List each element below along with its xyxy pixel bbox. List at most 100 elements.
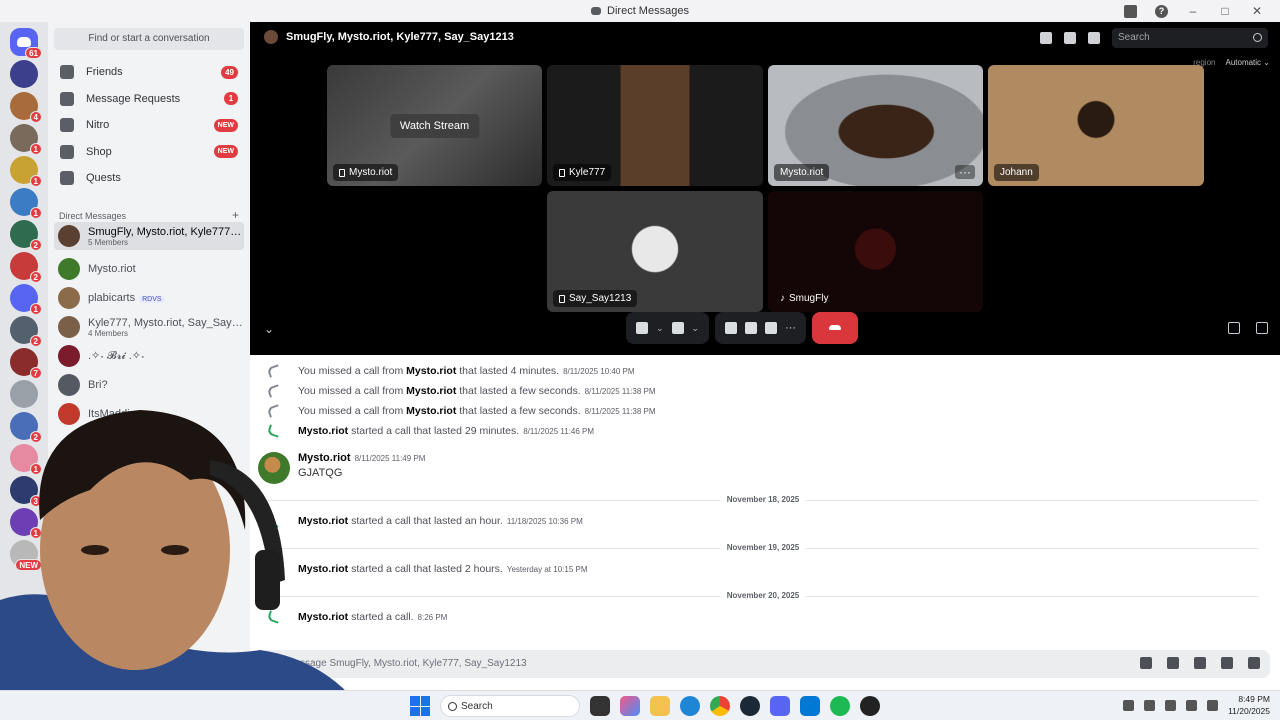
video-tile[interactable]: Kyle777 — [547, 65, 763, 186]
chevron-down-icon[interactable]: ⌄ — [656, 323, 664, 334]
server-icon[interactable]: 2 — [10, 412, 42, 443]
tile-label: Mysto.riot — [333, 164, 399, 181]
server-icon[interactable]: 1 — [10, 124, 42, 155]
gif-icon[interactable] — [1167, 657, 1179, 669]
maximize-button[interactable]: □ — [1218, 4, 1232, 18]
dm-item[interactable]: ItsMaddie — [54, 400, 244, 428]
server-icon[interactable]: 1 — [10, 284, 42, 315]
sticker-icon[interactable] — [1194, 657, 1206, 669]
nav-item-quests[interactable]: Quests — [54, 166, 244, 190]
dm-item[interactable]: .✧˖ 𝓑𝓻𝓲 .✧˖ — [54, 342, 244, 370]
video-tile[interactable]: Say_Say1213 — [547, 191, 763, 312]
app-icon[interactable] — [860, 696, 880, 716]
steam-icon[interactable] — [740, 696, 760, 716]
members-icon[interactable] — [1088, 32, 1100, 44]
server-icon[interactable]: 1 — [10, 188, 42, 219]
emoji-icon[interactable] — [1221, 657, 1233, 669]
taskbar-search[interactable]: Search — [440, 695, 580, 717]
server-icon[interactable]: 2 — [10, 220, 42, 251]
author-name[interactable]: Mysto.riot — [298, 452, 351, 464]
dm-item[interactable]: plabicarts RDVS — [54, 284, 244, 312]
more-options-icon[interactable]: ··· — [785, 322, 796, 334]
server-icon[interactable]: 2 — [10, 316, 42, 347]
copilot-icon[interactable] — [620, 696, 640, 716]
new-badge: NEW — [213, 145, 238, 158]
mic-button[interactable]: ⌄ ⌄ — [626, 312, 710, 344]
tile-more-button[interactable]: ··· — [955, 165, 975, 179]
caller-name[interactable]: Mysto.riot — [406, 385, 456, 397]
server-icon[interactable]: 4 — [10, 92, 42, 123]
create-dm-button[interactable]: + — [232, 209, 239, 221]
pin-icon[interactable] — [1040, 32, 1052, 44]
caller-name[interactable]: Mysto.riot — [406, 365, 456, 377]
region-selector[interactable]: region Automatic ⌄ — [1193, 58, 1270, 67]
chrome-icon[interactable] — [710, 696, 730, 716]
clock[interactable]: 8:49 PM 11/20/2025 — [1228, 693, 1270, 717]
spotify-icon[interactable] — [830, 696, 850, 716]
search-icon — [1253, 33, 1262, 42]
video-tile[interactable]: Watch Stream Mysto.riot — [327, 65, 542, 186]
wifi-icon[interactable] — [1186, 699, 1198, 711]
unread-badge: 3 — [29, 495, 42, 507]
task-view-icon[interactable] — [590, 696, 610, 716]
nav-item-friends[interactable]: Friends 49 — [54, 60, 244, 84]
server-icon[interactable] — [10, 60, 38, 88]
video-tile[interactable]: Mysto.riot ··· — [768, 65, 983, 186]
chevron-down-icon[interactable]: ⌄ — [692, 323, 700, 334]
activities-icon[interactable] — [745, 322, 758, 334]
inbox-icon[interactable] — [1124, 4, 1137, 18]
nav-item-shop[interactable]: Shop NEW — [54, 140, 244, 164]
screen-share-icon[interactable] — [725, 322, 738, 334]
hang-up-button[interactable] — [812, 312, 859, 344]
dm-item[interactable]: Kyle777, Mysto.riot, Say_Say1... 4 Member… — [54, 313, 244, 341]
dm-item[interactable]: SmugFly, Mysto.riot, Kyle777, ... 5 Membe… — [54, 222, 244, 250]
video-tile[interactable]: ♪ SmugFly — [768, 191, 983, 312]
edge-icon[interactable] — [680, 696, 700, 716]
file-explorer-icon[interactable] — [650, 696, 670, 716]
camera-off-icon[interactable] — [671, 322, 684, 334]
server-icon[interactable]: 1 — [10, 444, 42, 475]
caller-name[interactable]: Mysto.riot — [406, 405, 456, 417]
dm-item[interactable]: Mysto.riot — [54, 255, 244, 283]
chevron-up-icon[interactable] — [1123, 699, 1135, 711]
message-composer[interactable]: ssage SmugFly, Mysto.riot, Kyle777, Say_… — [260, 650, 1270, 678]
popout-icon[interactable] — [1228, 322, 1240, 334]
apps-icon[interactable] — [1248, 657, 1260, 669]
search-input[interactable]: Search — [1112, 28, 1268, 48]
video-quality-dropdown[interactable]: Automatic ⌄ — [1225, 58, 1270, 67]
server-icon[interactable]: 7 — [10, 348, 42, 379]
gift-icon[interactable] — [1140, 657, 1152, 669]
volume-icon[interactable] — [1207, 699, 1219, 711]
server-icon[interactable]: 1 — [10, 156, 42, 187]
nav-label: Quests — [86, 172, 121, 184]
close-button[interactable]: ✕ — [1250, 4, 1264, 18]
server-icon[interactable]: NEW — [10, 540, 42, 571]
nav-item-message-requests[interactable]: Message Requests 1 — [54, 87, 244, 111]
server-icon[interactable]: 1 — [10, 508, 42, 539]
microphone-icon[interactable] — [1165, 699, 1177, 711]
nav-item-nitro[interactable]: Nitro NEW — [54, 113, 244, 137]
server-icon[interactable]: 2 — [10, 252, 42, 283]
minimize-button[interactable]: – — [1186, 4, 1200, 18]
collapse-chevron-icon[interactable]: ⌄ — [264, 322, 274, 336]
help-icon[interactable]: ? — [1155, 4, 1168, 18]
discord-taskbar-icon[interactable] — [770, 696, 790, 716]
video-tile[interactable]: Johann — [988, 65, 1204, 186]
caller-name[interactable]: Mysto.riot — [298, 515, 348, 527]
add-friends-icon[interactable] — [1064, 32, 1076, 44]
fullscreen-icon[interactable] — [1256, 322, 1268, 334]
avatar[interactable] — [258, 452, 290, 484]
watch-stream-button[interactable]: Watch Stream — [389, 113, 480, 138]
server-icon[interactable]: 3 — [10, 476, 42, 507]
server-icon[interactable] — [10, 380, 38, 408]
start-menu-icon[interactable] — [410, 696, 430, 716]
network-icon[interactable] — [1144, 699, 1156, 711]
find-conversation-input[interactable]: Find or start a conversation — [54, 28, 244, 50]
caller-name[interactable]: Mysto.riot — [298, 611, 348, 623]
dm-item[interactable]: Bri? — [54, 371, 244, 399]
caller-name[interactable]: Mysto.riot — [298, 425, 348, 437]
store-icon[interactable] — [800, 696, 820, 716]
caller-name[interactable]: Mysto.riot — [298, 563, 348, 575]
soundboard-icon[interactable] — [765, 322, 778, 334]
home-button[interactable]: 61 — [10, 28, 42, 59]
